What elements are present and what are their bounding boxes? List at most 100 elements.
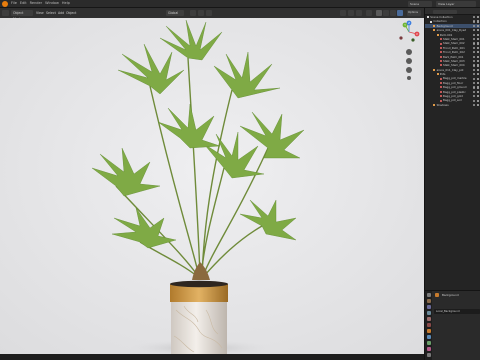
scene-tab-icon[interactable]	[426, 317, 431, 321]
visibility-eye-icon[interactable]	[473, 103, 476, 107]
object-name-field[interactable]: Local_Background	[434, 309, 480, 314]
menu-item-window[interactable]: Window	[45, 1, 59, 5]
shading-rendered-icon[interactable]	[397, 10, 403, 16]
visibility-eye-icon[interactable]	[473, 46, 476, 50]
visibility-eye-icon[interactable]	[473, 95, 476, 98]
object-tab-icon[interactable]	[426, 329, 431, 333]
view-layer-tab-icon[interactable]	[426, 311, 431, 315]
editor-type-icon[interactable]	[2, 10, 9, 16]
visibility-eye-icon[interactable]	[473, 55, 476, 58]
snap-icon[interactable]	[198, 10, 204, 16]
visibility-eye-icon[interactable]	[473, 20, 476, 23]
tool-tab-icon[interactable]	[426, 293, 431, 297]
output-tab-icon[interactable]	[426, 305, 431, 309]
mode-selector[interactable]: Object Mode	[11, 10, 33, 21]
render-camera-icon[interactable]	[477, 24, 480, 28]
outliner-search-input[interactable]	[433, 9, 457, 14]
world-tab-icon[interactable]	[426, 323, 431, 327]
render-camera-icon[interactable]	[477, 103, 480, 107]
overlay-icon[interactable]	[356, 10, 362, 16]
shading-wire-icon[interactable]	[376, 10, 382, 16]
object-icon	[435, 293, 439, 297]
shading-solid-icon[interactable]	[383, 10, 389, 16]
marble-pot[interactable]	[170, 280, 228, 354]
ortho-toggle-icon[interactable]	[407, 76, 411, 80]
camera-view-icon[interactable]	[406, 67, 412, 73]
mesh-icon	[433, 24, 436, 27]
options-button[interactable]: Options	[407, 10, 421, 16]
modifier-tab-icon[interactable]	[426, 335, 431, 339]
menu-view[interactable]: View	[36, 10, 44, 16]
menu-object[interactable]: Object	[66, 10, 76, 16]
outliner-header	[425, 8, 480, 15]
visibility-eye-icon[interactable]	[473, 16, 476, 19]
empty-icon	[433, 68, 436, 71]
outliner[interactable]: Scene Collection Collection Background arec…	[425, 15, 480, 107]
blender-logo-icon[interactable]	[2, 1, 8, 7]
properties-tabs	[425, 291, 432, 360]
gizmo-toggle-icon[interactable]	[348, 10, 354, 16]
right-panels: Scene Collection Collection Background arec…	[424, 8, 480, 360]
visibility-eye-icon[interactable]	[473, 29, 476, 32]
render-camera-icon[interactable]	[477, 20, 480, 23]
view-layer-selector[interactable]: View Layer	[436, 1, 476, 7]
visibility-eye-icon[interactable]	[473, 90, 476, 93]
render-camera-icon[interactable]	[477, 51, 480, 54]
menu-add[interactable]: Add	[58, 10, 64, 16]
pivot-icon[interactable]	[190, 10, 196, 16]
pan-hand-icon[interactable]	[406, 58, 412, 64]
visibility-eye-icon[interactable]	[473, 60, 476, 63]
render-camera-icon[interactable]	[477, 81, 480, 85]
render-camera-icon[interactable]	[477, 99, 480, 102]
visibility-eye-icon[interactable]	[473, 68, 476, 71]
render-camera-icon[interactable]	[477, 64, 480, 67]
visibility-eye-icon[interactable]	[473, 73, 476, 76]
render-camera-icon[interactable]	[477, 68, 480, 71]
render-camera-icon[interactable]	[477, 29, 480, 32]
material-tab-icon[interactable]	[426, 347, 431, 351]
render-camera-icon[interactable]	[477, 73, 480, 76]
menu-select[interactable]: Select	[46, 10, 56, 16]
visibility-eye-icon[interactable]	[473, 64, 476, 67]
visibility-eye-icon[interactable]	[473, 42, 476, 45]
texture-tab-icon[interactable]	[426, 353, 431, 357]
visibility-eye-icon[interactable]	[473, 38, 476, 41]
collection-icon	[430, 20, 433, 23]
render-tab-icon[interactable]	[426, 299, 431, 303]
render-camera-icon[interactable]	[477, 42, 480, 45]
visibility-eye-icon[interactable]	[473, 33, 476, 36]
properties-main: Background Local_Background	[433, 291, 480, 360]
render-camera-icon[interactable]	[477, 90, 480, 93]
shading-material-icon[interactable]	[390, 10, 396, 16]
render-camera-icon[interactable]	[477, 38, 480, 41]
render-camera-icon[interactable]	[477, 77, 480, 80]
menu-item-file[interactable]: File	[11, 1, 17, 5]
menu-item-help[interactable]: Help	[62, 1, 70, 5]
material-icon	[439, 86, 442, 89]
navigation-gizmo[interactable]: X Y Z	[397, 20, 421, 80]
visibility-eye-icon[interactable]	[473, 51, 476, 54]
render-camera-icon[interactable]	[477, 86, 480, 89]
menu-item-render[interactable]: Render	[30, 1, 42, 5]
visibility-eye-icon[interactable]	[473, 99, 476, 102]
render-camera-icon[interactable]	[477, 55, 480, 58]
data-tab-icon[interactable]	[426, 341, 431, 345]
visibility-eye-icon[interactable]	[473, 24, 476, 28]
menu-item-edit[interactable]: Edit	[20, 1, 27, 5]
proportional-edit-icon[interactable]	[206, 10, 212, 16]
zoom-icon[interactable]	[406, 49, 412, 55]
render-camera-icon[interactable]	[477, 33, 480, 36]
outliner-row[interactable]: Shadows	[425, 103, 480, 107]
render-camera-icon[interactable]	[477, 16, 480, 19]
visibility-eye-icon[interactable]	[473, 81, 476, 85]
visibility-eye-icon[interactable]	[473, 77, 476, 80]
transform-orientation[interactable]: Global	[166, 10, 184, 16]
visibility-eye-icon[interactable]	[473, 86, 476, 89]
render-camera-icon[interactable]	[477, 60, 480, 63]
xray-icon[interactable]	[366, 10, 372, 16]
render-camera-icon[interactable]	[477, 95, 480, 98]
scene-selector[interactable]: Scene	[408, 1, 432, 7]
3d-viewport[interactable]: Object Mode View Select Add Object Globa…	[0, 8, 424, 354]
render-camera-icon[interactable]	[477, 46, 480, 50]
visibility-icon[interactable]	[340, 10, 346, 16]
